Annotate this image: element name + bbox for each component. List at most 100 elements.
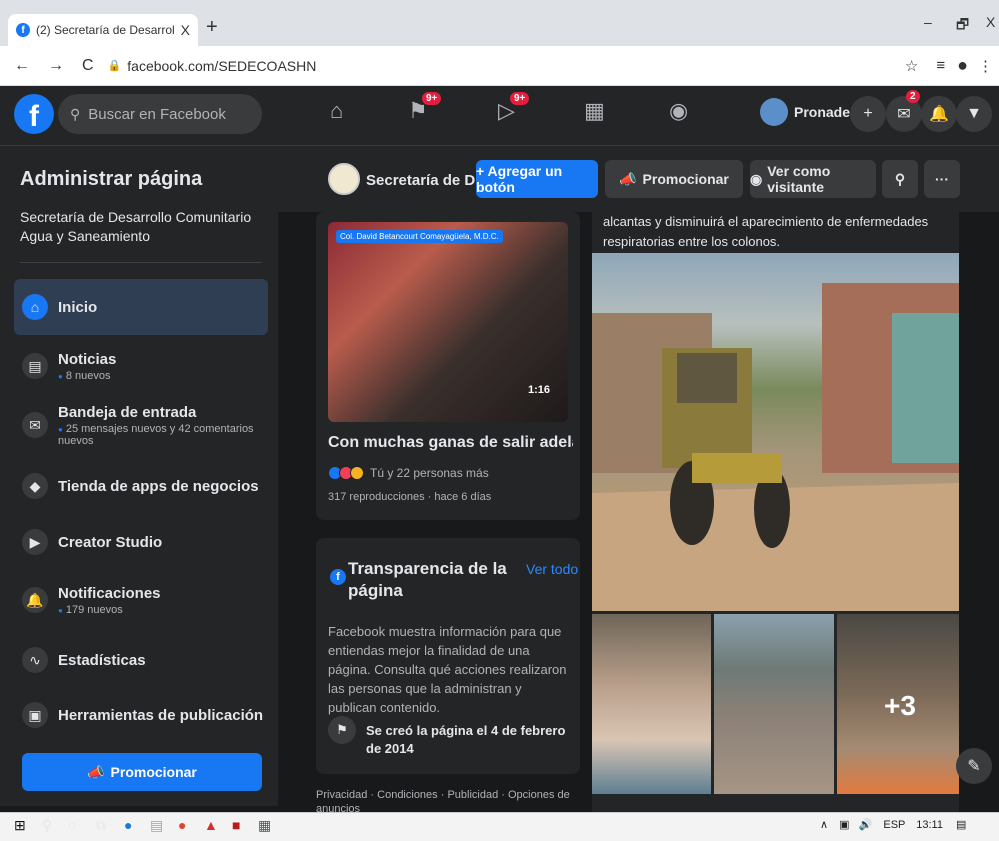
groups-nav-icon[interactable]: ◉ xyxy=(669,98,688,124)
sidebar-item-creator[interactable]: ▶ Creator Studio xyxy=(14,514,268,570)
reactions-row[interactable]: Tú y 22 personas más xyxy=(328,466,489,480)
page-avatar[interactable] xyxy=(328,163,360,195)
profile-icon[interactable]: ● xyxy=(957,55,968,76)
action-center-icon[interactable]: ▤ xyxy=(956,819,966,831)
volume-icon[interactable]: 🔊 xyxy=(859,819,873,831)
tray-chevron-icon[interactable]: ∧ xyxy=(820,819,828,831)
search-icon: ⚲ xyxy=(70,105,81,122)
windows-start-icon[interactable]: ⊞ xyxy=(14,817,26,834)
more-photos-count: +3 xyxy=(884,690,916,721)
post-photo-handshake[interactable] xyxy=(592,614,711,794)
reading-list-icon[interactable]: ≡ xyxy=(936,57,945,74)
minimize-button[interactable]: – xyxy=(924,14,932,30)
pages-nav-icon[interactable]: ⚑ 9+ xyxy=(408,92,442,124)
sidebar-item-inicio[interactable]: ⌂ Inicio xyxy=(14,279,268,335)
megaphone-icon: 📣 xyxy=(619,170,637,187)
sidebar-item-count: 8 nuevos xyxy=(58,370,116,382)
sidebar-item-notificaciones[interactable]: 🔔 Notificaciones 179 nuevos xyxy=(14,572,268,628)
promote-label: Promocionar xyxy=(110,764,197,780)
sidebar-item-herramientas[interactable]: ▣ Herramientas de publicación xyxy=(14,687,268,743)
care-reaction-icon xyxy=(350,466,364,480)
reactions-text: Tú y 22 personas más xyxy=(370,466,489,480)
search-placeholder: Buscar en Facebook xyxy=(88,105,226,123)
bookmark-star-icon[interactable]: ☆ xyxy=(905,57,918,75)
facebook-logo-icon[interactable]: f xyxy=(14,94,54,134)
new-tab-button[interactable]: + xyxy=(206,16,218,39)
notifications-bell-button[interactable]: 🔔 xyxy=(921,96,957,132)
back-icon[interactable]: ← xyxy=(14,57,30,75)
chrome-icon[interactable]: ● xyxy=(178,817,186,833)
page-search-button[interactable]: ⚲ xyxy=(882,160,918,198)
sidebar-item-bandeja[interactable]: ✉ Bandeja de entrada 25 mensajes nuevos … xyxy=(14,397,268,453)
browser-menu-icon[interactable]: ⋮ xyxy=(978,57,993,75)
profile-chip[interactable]: Pronaders xyxy=(760,98,863,126)
tab-close-button[interactable]: X xyxy=(181,22,190,38)
sidebar-item-label: Tienda de apps de negocios xyxy=(58,477,259,495)
reload-icon[interactable]: C xyxy=(82,57,94,75)
marketplace-nav-icon[interactable]: ▦ xyxy=(584,98,605,124)
sidebar-item-count: 25 mensajes nuevos y 42 comentarios nuev… xyxy=(58,423,268,447)
post-main-photo[interactable] xyxy=(592,253,959,611)
task-view-icon[interactable]: ⧉ xyxy=(96,817,106,834)
flag-icon: ⚑ xyxy=(328,716,356,744)
video-meta: 317 reproducciones · hace 6 días xyxy=(328,491,492,503)
home-icon: ⌂ xyxy=(22,294,48,320)
video-title[interactable]: Con muchas ganas de salir adelante y ha.… xyxy=(328,434,573,452)
cortana-icon[interactable]: ○ xyxy=(68,817,76,833)
add-button-button[interactable]: + Agregar un botón xyxy=(476,160,598,198)
messenger-badge: 2 xyxy=(906,90,920,103)
sidebar-item-tienda[interactable]: ◆ Tienda de apps de negocios xyxy=(14,458,268,514)
acrobat-icon[interactable]: ▲ xyxy=(204,817,218,833)
url-field[interactable]: facebook.com/SEDECOASHN xyxy=(127,58,316,74)
account-menu-button[interactable]: ▼ xyxy=(956,96,992,132)
file-explorer-icon[interactable]: ▤ xyxy=(150,817,163,834)
edge-icon[interactable]: ● xyxy=(124,817,132,833)
divider xyxy=(20,262,262,263)
sidebar-item-label: Herramientas de publicación xyxy=(58,706,264,724)
facebook-favicon-icon: f xyxy=(16,23,30,37)
facebook-info-icon: f xyxy=(330,569,346,585)
excel-icon[interactable]: ▦ xyxy=(258,817,271,834)
sidebar-item-estadisticas[interactable]: ∿ Estadísticas xyxy=(14,632,268,688)
sidebar-page-name[interactable]: Secretaría de Desarrollo Comunitario Agu… xyxy=(20,208,260,246)
more-options-button[interactable]: ··· xyxy=(924,160,960,198)
post-photo-aerial[interactable] xyxy=(714,614,834,794)
sidebar-item-count: 179 nuevos xyxy=(58,604,161,616)
system-tray: ∧ ▣ 🔊 ESP 13:11 ▤ xyxy=(820,818,966,831)
watch-nav-icon[interactable]: ▷ 9+ xyxy=(498,92,530,124)
sidebar-item-label: Bandeja de entrada xyxy=(58,403,197,421)
forward-icon[interactable]: → xyxy=(48,57,64,75)
app-icon[interactable]: ■ xyxy=(232,817,240,833)
new-message-edit-button[interactable]: ✎ xyxy=(956,748,992,784)
sidebar-title: Administrar página xyxy=(20,168,203,190)
page-created-text: Se creó la página el 4 de febrero de 201… xyxy=(366,723,566,756)
facebook-search-input[interactable]: ⚲ Buscar en Facebook xyxy=(58,94,262,134)
sidebar-promote-button[interactable]: 📣 Promocionar xyxy=(22,753,262,791)
megaphone-icon: 📣 xyxy=(87,763,105,780)
network-icon[interactable]: ▣ xyxy=(839,819,849,831)
language-indicator[interactable]: ESP xyxy=(883,819,905,831)
restore-button[interactable]: 🗗 xyxy=(956,14,969,38)
messenger-button[interactable]: ✉ 2 xyxy=(886,90,922,132)
close-window-button[interactable]: X xyxy=(986,14,995,30)
apps-icon: ◆ xyxy=(22,473,48,499)
tools-icon: ▣ xyxy=(22,702,48,728)
view-as-visitor-button[interactable]: ◉ Ver como visitante xyxy=(750,160,876,198)
promote-button[interactable]: 📣 Promocionar xyxy=(605,160,743,198)
browser-tab[interactable]: f (2) Secretaría de Desarrollo Com X xyxy=(8,14,198,46)
see-all-link[interactable]: Ver todo xyxy=(526,561,578,577)
post-text: alcantas y disminuirá el aparecimiento d… xyxy=(603,214,929,249)
road-grader-photo xyxy=(592,283,959,611)
sidebar-item-noticias[interactable]: ▤ Noticias 8 nuevos xyxy=(14,338,268,394)
clock[interactable]: 13:11 xyxy=(916,819,943,831)
sidebar-item-label: Notificaciones xyxy=(58,584,161,602)
page-name[interactable]: Secretaría de D... xyxy=(366,172,488,189)
search-icon[interactable]: ⚲ xyxy=(42,817,52,834)
bell-icon: 🔔 xyxy=(22,587,48,613)
create-plus-button[interactable]: + xyxy=(850,96,886,132)
tab-title: (2) Secretaría de Desarrollo Com xyxy=(36,23,175,37)
home-nav-icon[interactable]: ⌂ xyxy=(330,98,343,124)
watch-badge: 9+ xyxy=(510,92,530,105)
sidebar-item-label: Inicio xyxy=(58,298,98,316)
video-duration: 1:16 xyxy=(528,384,551,396)
